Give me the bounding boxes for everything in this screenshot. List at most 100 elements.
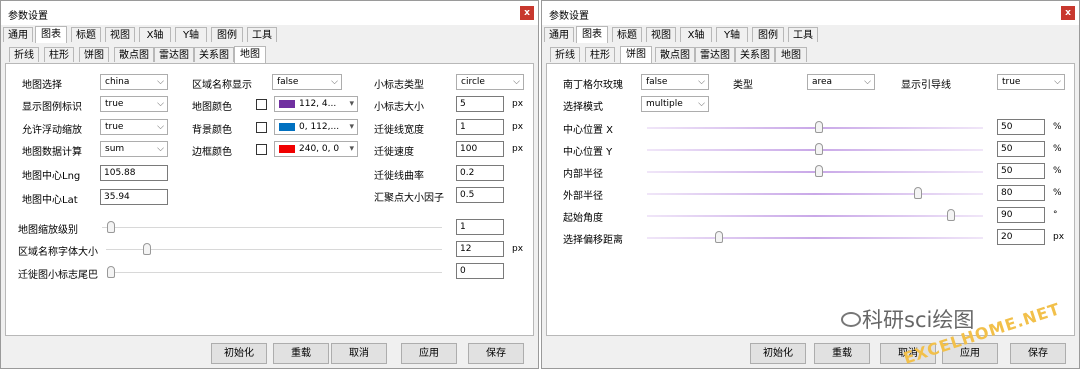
- close-button[interactable]: x: [520, 6, 534, 20]
- inner-radius-slider[interactable]: [815, 165, 823, 177]
- center-x-input[interactable]: 50: [997, 119, 1045, 135]
- allow-zoom-combo[interactable]: true ⌵: [100, 119, 168, 135]
- subtab-bar[interactable]: 柱形: [44, 47, 74, 62]
- select-offset-input[interactable]: 20: [997, 229, 1045, 245]
- migration-curve-input[interactable]: 0.2: [456, 165, 504, 181]
- center-x-slider[interactable]: [815, 121, 823, 133]
- subtab-pie[interactable]: 饼图: [620, 46, 652, 63]
- tab-chart[interactable]: 图表: [576, 26, 608, 43]
- tab-x-axis[interactable]: X轴: [680, 27, 712, 42]
- migration-speed-label: 迁徙速度: [374, 147, 414, 158]
- map-calc-combo[interactable]: sum ⌵: [100, 141, 168, 157]
- tab-general[interactable]: 通用: [544, 27, 574, 42]
- migration-curve-label: 迁徙线曲率: [374, 171, 424, 182]
- nightingale-combo[interactable]: false ⌵: [641, 74, 709, 90]
- close-button[interactable]: x: [1061, 6, 1075, 20]
- subtab-graph[interactable]: 关系图: [735, 47, 775, 62]
- save-button[interactable]: 保存: [468, 343, 524, 364]
- subtab-scatter[interactable]: 散点图: [114, 47, 154, 62]
- start-angle-slider[interactable]: [947, 209, 955, 221]
- show-guide-label: 显示引导线: [901, 80, 951, 91]
- gather-factor-label: 汇聚点大小因子: [374, 193, 444, 204]
- tab-title[interactable]: 标题: [71, 27, 101, 42]
- tab-x-axis[interactable]: X轴: [139, 27, 171, 42]
- marker-size-input[interactable]: 5: [456, 96, 504, 112]
- outer-radius-track: [647, 193, 983, 195]
- zoom-level-slider[interactable]: [107, 221, 115, 233]
- reload-button[interactable]: 重载: [273, 343, 329, 364]
- border-color-combo[interactable]: 240, 0, 0 ▾: [274, 141, 358, 157]
- type-combo[interactable]: area ⌵: [807, 74, 875, 90]
- tab-view[interactable]: 视图: [646, 27, 676, 42]
- marker-tail-slider[interactable]: [107, 266, 115, 278]
- map-color-checkbox[interactable]: [256, 99, 267, 110]
- tab-view[interactable]: 视图: [105, 27, 135, 42]
- center-y-input[interactable]: 50: [997, 141, 1045, 157]
- bg-color-combo[interactable]: 0, 112,... ▾: [274, 119, 358, 135]
- select-offset-slider[interactable]: [715, 231, 723, 243]
- map-color-label: 地图颜色: [192, 102, 232, 113]
- subtab-pie[interactable]: 饼图: [79, 47, 109, 62]
- bg-color-value: 0, 112,...: [299, 122, 340, 132]
- map-select-label: 地图选择: [22, 80, 62, 91]
- subtab-scatter[interactable]: 散点图: [655, 47, 695, 62]
- region-font-input[interactable]: 12: [456, 241, 504, 257]
- subtab-radar[interactable]: 雷达图: [154, 47, 194, 62]
- start-angle-input[interactable]: 90: [997, 207, 1045, 223]
- border-color-checkbox[interactable]: [256, 144, 267, 155]
- tab-y-axis[interactable]: Y轴: [175, 27, 207, 42]
- subtab-map[interactable]: 地图: [775, 47, 807, 62]
- subtab-map[interactable]: 地图: [234, 46, 266, 63]
- init-button[interactable]: 初始化: [211, 343, 267, 364]
- show-guide-combo[interactable]: true ⌵: [997, 74, 1065, 90]
- chevron-down-icon: ⌵: [698, 77, 705, 87]
- bg-color-checkbox[interactable]: [256, 122, 267, 133]
- subtab-line[interactable]: 折线: [9, 47, 39, 62]
- subtab-graph[interactable]: 关系图: [194, 47, 234, 62]
- show-legend-combo[interactable]: true ⌵: [100, 96, 168, 112]
- pie-settings-panel: 南丁格尔玫瑰 false ⌵ 类型 area ⌵ 显示引导线 true ⌵ 选择模式 …: [546, 63, 1075, 336]
- cancel-button[interactable]: 取消: [331, 343, 387, 364]
- map-color-combo[interactable]: 112, 4... ▾: [274, 96, 358, 112]
- subtab-bar[interactable]: 柱形: [585, 47, 615, 62]
- tab-tools[interactable]: 工具: [788, 27, 818, 42]
- marker-tail-input[interactable]: 0: [456, 263, 504, 279]
- tab-legend[interactable]: 图例: [211, 27, 243, 42]
- tab-title[interactable]: 标题: [612, 27, 642, 42]
- center-lat-input[interactable]: 35.94: [100, 189, 168, 205]
- zoom-level-input[interactable]: 1: [456, 219, 504, 235]
- tab-legend[interactable]: 图例: [752, 27, 784, 42]
- left-settings-dialog: 参数设置 x 通用 图表 标题 视图 X轴 Y轴 图例 工具 折线 柱形 饼图 …: [0, 0, 539, 369]
- outer-radius-slider[interactable]: [914, 187, 922, 199]
- wechat-icon: [841, 312, 861, 327]
- reload-button[interactable]: 重载: [814, 343, 870, 364]
- triangle-down-icon: ▾: [349, 144, 354, 154]
- gather-factor-input[interactable]: 0.5: [456, 187, 504, 203]
- select-mode-combo[interactable]: multiple ⌵: [641, 96, 709, 112]
- region-name-combo[interactable]: false ⌵: [272, 74, 342, 90]
- center-lng-input[interactable]: 105.88: [100, 165, 168, 181]
- marker-tail-label: 迁徙图小标志尾巴: [18, 270, 98, 281]
- tab-y-axis[interactable]: Y轴: [716, 27, 748, 42]
- region-font-slider[interactable]: [143, 243, 151, 255]
- chevron-down-icon: ⌵: [157, 77, 164, 87]
- migration-width-input[interactable]: 1: [456, 119, 504, 135]
- subtab-line[interactable]: 折线: [550, 47, 580, 62]
- migration-speed-input[interactable]: 100: [456, 141, 504, 157]
- init-button[interactable]: 初始化: [750, 343, 806, 364]
- marker-type-combo[interactable]: circle ⌵: [456, 74, 524, 90]
- tab-tools[interactable]: 工具: [247, 27, 277, 42]
- inner-radius-input[interactable]: 50: [997, 163, 1045, 179]
- color-swatch: [279, 145, 295, 153]
- select-offset-label: 选择偏移距离: [563, 235, 623, 246]
- tab-general[interactable]: 通用: [3, 27, 33, 42]
- map-select-combo[interactable]: china ⌵: [100, 74, 168, 90]
- center-y-slider[interactable]: [815, 143, 823, 155]
- chevron-down-icon: ⌵: [513, 77, 520, 87]
- outer-radius-input[interactable]: 80: [997, 185, 1045, 201]
- subtab-radar[interactable]: 雷达图: [695, 47, 735, 62]
- save-button[interactable]: 保存: [1010, 343, 1066, 364]
- tab-chart[interactable]: 图表: [35, 26, 67, 43]
- map-select-value: china: [105, 77, 130, 87]
- apply-button[interactable]: 应用: [401, 343, 457, 364]
